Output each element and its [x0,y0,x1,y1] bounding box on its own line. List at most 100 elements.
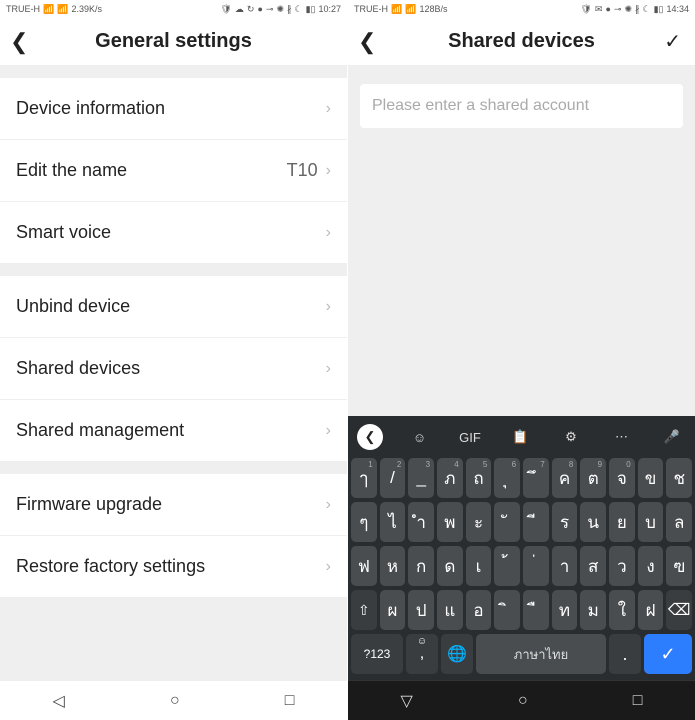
kb-gif-button[interactable]: GIF [456,423,484,451]
dnd-icon: ✺ [276,4,284,15]
bt-icon: ∦ [635,4,640,15]
row-restore-factory[interactable]: Restore factory settings › [0,536,347,598]
section-gap [0,66,347,78]
dnd-icon: ✺ [624,4,632,15]
key-char[interactable]: แ [437,590,463,630]
key-shift[interactable]: ⇧ [351,590,377,630]
header: ❮ General settings [0,18,347,66]
kb-more-icon[interactable]: ⋯ [608,423,636,451]
row-firmware-upgrade[interactable]: Firmware upgrade › [0,474,347,536]
chevron-right-icon: › [326,422,331,440]
key-char[interactable]: ท [552,590,578,630]
nav-home[interactable]: ○ [170,692,180,710]
nav-recent[interactable]: □ [633,692,643,710]
key-char[interactable]: ย [609,502,635,542]
key-char[interactable]: พ [437,502,463,542]
key-char[interactable]: ึ7 [523,458,549,498]
key-char[interactable]: บ [638,502,664,542]
keyboard-row-2: ๆไำพะัีรนยบล [351,502,692,542]
kb-collapse-icon[interactable]: ❮ [357,424,383,450]
key-char[interactable]: ผ [380,590,406,630]
key-char[interactable]: ั [494,502,520,542]
key-numbers[interactable]: ?123 [351,634,403,674]
key-char[interactable]: น [580,502,606,542]
signal-icon: 📶 [391,4,402,15]
key-char[interactable]: /2 [380,458,406,498]
key-char[interactable]: ำ [408,502,434,542]
carrier: TRUE-H [6,4,40,14]
key-char[interactable]: ๆ [351,502,377,542]
key-backspace[interactable]: ⌫ [666,590,692,630]
key-char[interactable]: ค8 [552,458,578,498]
key-period[interactable]: . [609,634,641,674]
key-char[interactable]: ะ [466,502,492,542]
row-label: Shared management [16,420,184,441]
row-label: Device information [16,98,165,119]
key-char[interactable]: ฃ [666,546,692,586]
kb-sticker-icon[interactable]: ☺ [406,423,434,451]
chevron-right-icon: › [326,224,331,242]
key-char[interactable]: ข [638,458,664,498]
key-char[interactable]: ถ5 [466,458,492,498]
key-char[interactable]: ร [552,502,578,542]
key-char[interactable]: อ [466,590,492,630]
section-gap [0,462,347,474]
nav-home[interactable]: ○ [518,692,528,710]
key-char[interactable]: ว [609,546,635,586]
key-comma[interactable]: ☺, [406,634,438,674]
key-char[interactable]: ส [580,546,606,586]
nav-bar: ▽ ○ □ [348,680,695,720]
key-char[interactable]: _3 [408,458,434,498]
kb-mic-icon[interactable]: 🎤 [658,423,686,451]
battery-icon: ▮▯ [306,4,316,15]
key-char[interactable]: ไ [380,502,406,542]
key-char[interactable]: ื [523,590,549,630]
row-edit-name[interactable]: Edit the name T10 › [0,140,347,202]
row-shared-devices[interactable]: Shared devices › [0,338,347,400]
nav-recent[interactable]: □ [285,692,295,710]
key-char[interactable]: ่ [523,546,549,586]
key-char[interactable]: ฟ [351,546,377,586]
confirm-button[interactable]: ✓ [664,29,681,54]
row-smart-voice[interactable]: Smart voice › [0,202,347,264]
key-char[interactable]: ิ [494,590,520,630]
row-label: Firmware upgrade [16,494,162,515]
nav-bar: ◁ ○ □ [0,680,347,720]
key-char[interactable]: า [552,546,578,586]
kb-clipboard-icon[interactable]: 📋 [507,423,535,451]
chevron-right-icon: › [326,496,331,514]
key-char[interactable]: ล [666,502,692,542]
nav-back-keyboard[interactable]: ▽ [401,691,413,711]
key-char[interactable]: ใ [609,590,635,630]
key-char[interactable]: ้ [494,546,520,586]
key-char[interactable]: ต9 [580,458,606,498]
key-char[interactable]: จ0 [609,458,635,498]
page-title: General settings [95,30,252,53]
back-button[interactable]: ❮ [358,29,376,55]
key-char[interactable]: ป [408,590,434,630]
key-enter[interactable]: ✓ [644,634,692,674]
key-globe[interactable]: 🌐 [441,634,473,674]
key-char[interactable]: ภ4 [437,458,463,498]
key-char[interactable]: ช [666,458,692,498]
key-char[interactable]: ด [437,546,463,586]
key-char[interactable]: ๅ1 [351,458,377,498]
key-char[interactable]: ุ6 [494,458,520,498]
key-char[interactable]: ี [523,502,549,542]
key-char[interactable]: ฝ [638,590,664,630]
key-char[interactable]: ม [580,590,606,630]
key-space[interactable]: ภาษาไทย [476,634,606,674]
kb-settings-icon[interactable]: ⚙ [557,423,585,451]
row-unbind-device[interactable]: Unbind device › [0,276,347,338]
back-button[interactable]: ❮ [10,29,28,55]
input-area [348,66,695,416]
key-char[interactable]: ง [638,546,664,586]
key-char[interactable]: เ [466,546,492,586]
row-device-information[interactable]: Device information › [0,78,347,140]
key-char[interactable]: ก [408,546,434,586]
nav-back[interactable]: ◁ [53,691,65,711]
row-shared-management[interactable]: Shared management › [0,400,347,462]
chevron-right-icon: › [326,162,331,180]
shared-account-input[interactable] [360,84,683,128]
key-char[interactable]: ห [380,546,406,586]
